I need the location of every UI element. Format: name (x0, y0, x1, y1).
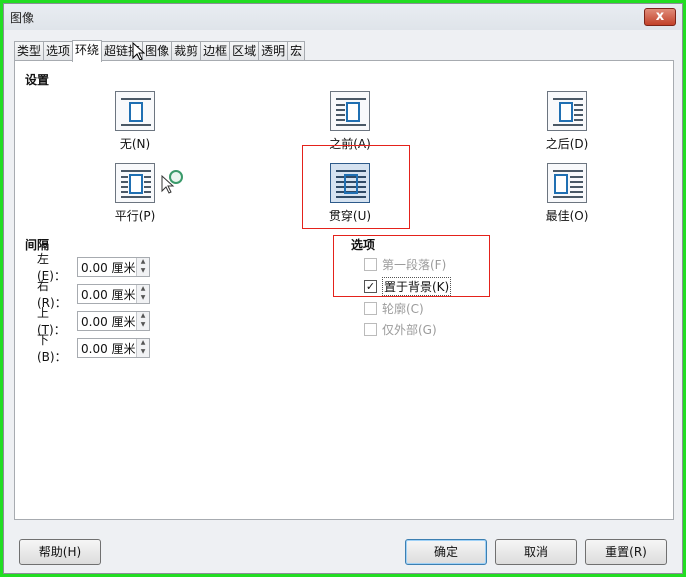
contour-checkbox[interactable] (364, 301, 377, 315)
wrap-none-icon (115, 91, 155, 131)
wrap-optimal-icon (547, 163, 587, 203)
wrap-parallel-label: 平行(P) (114, 209, 156, 223)
spin-down-icon[interactable]: ▼ (137, 348, 149, 357)
spacing-left-stepper[interactable]: ▲ ▼ (136, 258, 149, 276)
highlight-box-through (302, 145, 410, 229)
spin-up-icon[interactable]: ▲ (137, 312, 149, 321)
spin-up-icon[interactable]: ▲ (137, 258, 149, 267)
wrap-none-label: 无(N) (119, 137, 151, 151)
outside-only-label: 仅外部(G) (382, 322, 437, 337)
wrap-after-label: 之后(D) (545, 137, 589, 151)
spacing-top-row: 上(T)： 0.00 厘米 ▲ ▼ (37, 306, 150, 337)
help-button[interactable]: 帮助(H) (19, 539, 101, 565)
spin-up-icon[interactable]: ▲ (137, 339, 149, 348)
wrap-before-option[interactable]: 之前(A) (310, 91, 390, 152)
window-title: 图像 (10, 11, 35, 25)
ok-button[interactable]: 确定 (405, 539, 487, 565)
contour-label: 轮廓(C) (382, 301, 424, 316)
tab-borders[interactable]: 边框 (200, 41, 231, 61)
cancel-button[interactable]: 取消 (495, 539, 577, 565)
mouse-pointer-icon (132, 42, 146, 61)
close-button[interactable]: x (644, 8, 676, 26)
reset-button[interactable]: 重置(R) (585, 539, 667, 565)
wrap-panel: 设置 无(N) 之前(A) 之后(D) 平行(P) 贯穿(U) 最佳(O) 间隔… (14, 60, 674, 520)
spin-down-icon[interactable]: ▼ (137, 321, 149, 330)
tab-transparency[interactable]: 透明 (258, 41, 289, 61)
spacing-bottom-label: 下(B)： (37, 333, 67, 364)
spacing-bottom-value[interactable]: 0.00 厘米 (78, 340, 136, 357)
option-outside-only[interactable]: 仅外部(G) (364, 320, 437, 338)
spacing-bottom-spinner[interactable]: 0.00 厘米 ▲ ▼ (77, 338, 150, 358)
spacing-right-stepper[interactable]: ▲ ▼ (136, 285, 149, 303)
spacing-top-value[interactable]: 0.00 厘米 (78, 313, 136, 330)
tab-crop[interactable]: 裁剪 (171, 41, 202, 61)
tab-type[interactable]: 类型 (14, 41, 45, 61)
spacing-right-value[interactable]: 0.00 厘米 (78, 286, 136, 303)
spacing-right-spinner[interactable]: 0.00 厘米 ▲ ▼ (77, 284, 150, 304)
spacing-top-stepper[interactable]: ▲ ▼ (136, 312, 149, 330)
spacing-top-spinner[interactable]: 0.00 厘米 ▲ ▼ (77, 311, 150, 331)
wrap-none-option[interactable]: 无(N) (95, 91, 175, 152)
wrap-optimal-option[interactable]: 最佳(O) (527, 163, 607, 224)
outside-only-checkbox[interactable] (364, 322, 377, 336)
wrap-optimal-label: 最佳(O) (545, 209, 589, 223)
spacing-bottom-stepper[interactable]: ▲ ▼ (136, 339, 149, 357)
settings-heading: 设置 (25, 73, 50, 87)
image-dialog: 图像 x 类型 选项 环绕 超链接 图像 裁剪 边框 区域 透明 宏 设置 无(… (3, 3, 683, 574)
option-contour[interactable]: 轮廓(C) (364, 299, 424, 317)
spacing-left-value[interactable]: 0.00 厘米 (78, 259, 136, 276)
title-bar: 图像 x (4, 4, 682, 30)
tab-bar: 类型 选项 环绕 超链接 图像 裁剪 边框 区域 透明 宏 (14, 40, 306, 62)
spin-down-icon[interactable]: ▼ (137, 294, 149, 303)
tab-area[interactable]: 区域 (229, 41, 260, 61)
wrap-before-icon (330, 91, 370, 131)
wrap-after-option[interactable]: 之后(D) (527, 91, 607, 152)
tab-image[interactable]: 图像 (142, 41, 173, 61)
highlight-box-options (333, 235, 490, 297)
spin-up-icon[interactable]: ▲ (137, 285, 149, 294)
spin-down-icon[interactable]: ▼ (137, 267, 149, 276)
wrap-parallel-icon (115, 163, 155, 203)
zoom-cursor-icon (161, 170, 183, 194)
spacing-bottom-row: 下(B)： 0.00 厘米 ▲ ▼ (37, 333, 150, 364)
spacing-left-row: 左(E)： 0.00 厘米 ▲ ▼ (37, 252, 150, 283)
spacing-right-row: 右(R)： 0.00 厘米 ▲ ▼ (37, 279, 150, 310)
tab-options[interactable]: 选项 (43, 41, 74, 61)
spacing-left-spinner[interactable]: 0.00 厘米 ▲ ▼ (77, 257, 150, 277)
tab-wrap[interactable]: 环绕 (72, 40, 103, 62)
wrap-after-icon (547, 91, 587, 131)
tab-macro[interactable]: 宏 (287, 41, 306, 61)
